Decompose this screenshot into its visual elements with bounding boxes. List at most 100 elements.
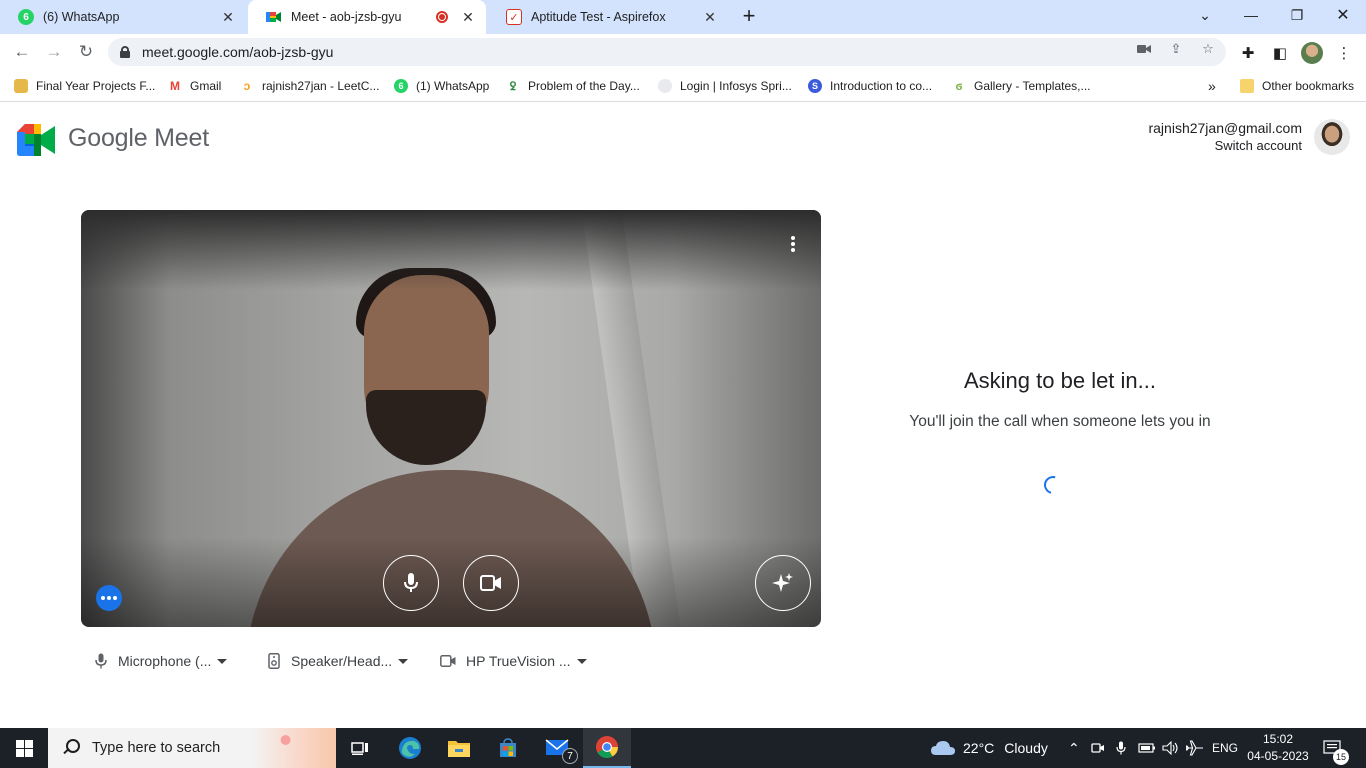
search-highlight-image (252, 728, 336, 768)
camera-icon (480, 575, 501, 591)
microphone-select-label: Microphone (... (118, 653, 212, 669)
speaker-icon (267, 653, 281, 669)
recording-icon (436, 11, 448, 23)
bookmark-label: Introduction to co... (830, 79, 933, 93)
clock-time: 15:02 (1262, 732, 1294, 746)
notifications-icon[interactable]: 15 (1323, 728, 1349, 768)
new-tab-button[interactable]: + (737, 5, 761, 29)
chevron-up-icon[interactable]: ⌃ (1068, 728, 1080, 768)
more-actions-button[interactable] (96, 585, 122, 611)
system-clock[interactable]: 15:02 04-05-2023 (1240, 731, 1316, 765)
tab-title: Meet - aob-jzsb-gyu (291, 10, 402, 24)
tab-whatsapp[interactable]: 6 (6) WhatsApp ✕ (0, 0, 246, 34)
bookmark-star-icon[interactable]: ☆ (1199, 40, 1217, 58)
account-info: rajnish27jan@gmail.com Switch account (1148, 120, 1302, 154)
back-icon[interactable]: ← (8, 38, 36, 66)
address-bar[interactable]: meet.google.com/aob-jzsb-gyu (108, 38, 1226, 66)
account-email: rajnish27jan@gmail.com (1148, 120, 1302, 136)
account-avatar[interactable] (1314, 119, 1350, 155)
other-bookmarks[interactable]: Other bookmarks (1240, 77, 1354, 95)
start-button[interactable] (0, 728, 48, 768)
close-icon[interactable]: ✕ (218, 7, 238, 27)
language-indicator[interactable]: ENG (1212, 728, 1238, 768)
microphone-select[interactable]: Microphone (... (94, 651, 228, 671)
whatsapp-icon: 6 (394, 79, 408, 93)
task-view-icon[interactable] (336, 728, 384, 768)
url-text[interactable]: meet.google.com/aob-jzsb-gyu (142, 44, 333, 60)
mail-badge: 7 (562, 748, 578, 764)
bookmark-item[interactable]: M Gmail (168, 77, 221, 95)
camera-toggle-button[interactable] (463, 555, 519, 611)
forward-icon[interactable]: → (40, 38, 68, 66)
lock-icon[interactable] (120, 46, 130, 58)
loading-spinner (1040, 472, 1066, 498)
browser-toolbar: ← → ↻ meet.google.com/aob-jzsb-gyu ⇪ ☆ ✚… (0, 34, 1366, 70)
reload-icon[interactable]: ↻ (72, 38, 100, 66)
chevron-down-icon (398, 658, 409, 664)
page-title: Google Meet (68, 124, 209, 152)
minimize-button[interactable]: — (1228, 0, 1274, 30)
weather-widget[interactable]: 22°C Cloudy (930, 728, 1048, 768)
bookmark-label: Final Year Projects F... (36, 79, 156, 93)
bookmark-label: Login | Infosys Spri... (680, 79, 792, 93)
chrome-icon[interactable] (583, 728, 631, 768)
search-icon (62, 739, 80, 757)
video-shade (81, 210, 821, 290)
speaker-select-label: Speaker/Head... (291, 653, 393, 669)
mail-icon[interactable]: 7 (534, 728, 582, 768)
close-window-button[interactable]: ✕ (1320, 0, 1366, 30)
file-explorer-icon[interactable] (435, 728, 483, 768)
camera-select[interactable]: HP TrueVision ... (440, 651, 587, 671)
tab-search-icon[interactable]: ⌄ (1182, 0, 1228, 30)
clock-date: 04-05-2023 (1247, 749, 1309, 763)
checkbox-icon: ✓ (506, 9, 522, 25)
taskbar: Type here to search 7 22°C Cloudy ⌃ ENG (0, 728, 1366, 768)
search-placeholder: Type here to search (92, 740, 221, 756)
bookmark-item[interactable]: ϭ Gallery - Templates,... (952, 77, 1090, 95)
bookmark-item[interactable]: 6 (1) WhatsApp (394, 77, 489, 95)
microsoft-store-icon[interactable] (484, 728, 532, 768)
taskbar-search[interactable]: Type here to search (48, 728, 336, 768)
bookmark-label: Gallery - Templates,... (974, 79, 1091, 93)
tab-aptitude[interactable]: ✓ Aptitude Test - Aspirefox ✕ (488, 0, 728, 34)
bookmark-item[interactable]: ꝿ Problem of the Day... (506, 77, 640, 95)
volume-icon[interactable] (1162, 728, 1180, 768)
microphone-toggle-button[interactable] (383, 555, 439, 611)
infosys-icon (658, 79, 672, 93)
camera-tray-icon[interactable] (1091, 728, 1105, 768)
speaker-select[interactable]: Speaker/Head... (267, 651, 409, 671)
chevron-down-icon (217, 658, 228, 664)
side-panel-icon[interactable]: ◧ (1269, 42, 1291, 64)
close-icon[interactable]: ✕ (458, 7, 478, 27)
chevron-down-icon (576, 658, 587, 664)
microphone-icon (404, 573, 418, 592)
profile-avatar[interactable] (1301, 42, 1323, 64)
switch-account-link[interactable]: Switch account (1148, 137, 1302, 154)
bookmark-item[interactable]: ↄ rajnish27jan - LeetC... (240, 77, 379, 95)
share-icon[interactable]: ⇪ (1167, 40, 1185, 58)
close-icon[interactable]: ✕ (700, 7, 720, 27)
camera-select-label: HP TrueVision ... (466, 653, 571, 669)
google-meet-icon (266, 9, 282, 25)
microphone-tray-icon[interactable] (1116, 728, 1126, 768)
notification-count-badge: 15 (1333, 749, 1349, 765)
battery-icon[interactable] (1138, 728, 1156, 768)
bookmark-item[interactable]: Login | Infosys Spri... (658, 77, 792, 95)
tab-meet[interactable]: Meet - aob-jzsb-gyu ✕ (248, 0, 486, 34)
gallery-icon: ϭ (952, 79, 966, 93)
bookmark-item[interactable]: S Introduction to co... (808, 77, 932, 95)
visual-effects-button[interactable] (755, 555, 811, 611)
windows-icon (15, 739, 33, 757)
extensions-icon[interactable]: ✚ (1237, 42, 1259, 64)
restore-button[interactable]: ❐ (1274, 0, 1320, 30)
bookmark-label: rajnish27jan - LeetC... (262, 79, 380, 93)
bookmark-item[interactable]: Final Year Projects F... (14, 77, 155, 95)
cloud-icon (931, 741, 955, 755)
airplane-mode-icon[interactable] (1186, 728, 1204, 768)
bookmarks-overflow-icon[interactable]: » (1208, 77, 1216, 95)
menu-icon[interactable]: ⋮ (1333, 42, 1355, 64)
edge-icon[interactable] (386, 728, 434, 768)
more-options-icon[interactable] (784, 233, 802, 255)
camera-in-use-icon[interactable] (1135, 40, 1153, 58)
bookmark-label: Gmail (190, 79, 222, 93)
